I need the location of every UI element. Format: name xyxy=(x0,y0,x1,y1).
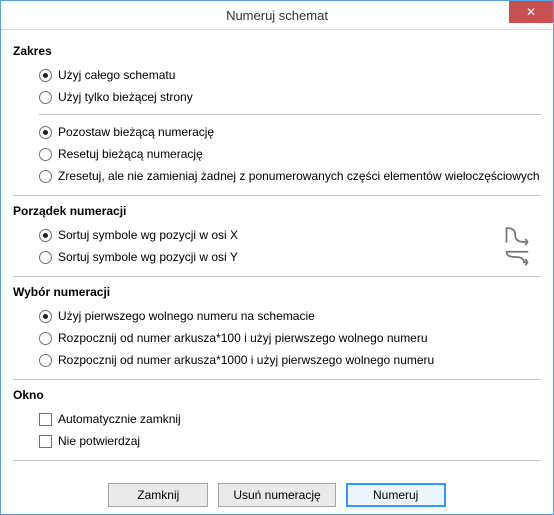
radio-label: Sortuj symbole wg pozycji w osi Y xyxy=(58,248,238,266)
radio-label: Pozostaw bieżącą numerację xyxy=(58,123,214,141)
checkbox-icon xyxy=(39,413,52,426)
divider xyxy=(13,276,541,277)
sort-x-icon xyxy=(503,224,531,246)
radio-first-free[interactable]: Użyj pierwszego wolnego numeru na schema… xyxy=(39,305,541,327)
radio-reset-numbering[interactable]: Resetuj bieżącą numerację xyxy=(39,143,541,165)
radio-icon xyxy=(39,69,52,82)
checkbox-label: Nie potwierdzaj xyxy=(58,432,140,450)
apply-numbering-button[interactable]: Numeruj xyxy=(346,483,446,507)
checkbox-noconfirm[interactable]: Nie potwierdzaj xyxy=(39,430,541,452)
titlebar: Numeruj schemat ✕ xyxy=(1,1,553,30)
button-label: Usuń numerację xyxy=(233,488,320,502)
scope-group1: Użyj całego schematu Użyj tylko bieżącej… xyxy=(13,64,541,108)
radio-icon xyxy=(39,126,52,139)
close-icon: ✕ xyxy=(526,5,536,19)
radio-icon xyxy=(39,170,52,183)
close-dialog-button[interactable]: Zamknij xyxy=(108,483,208,507)
section-order-title: Porządek numeracji xyxy=(13,204,541,218)
radio-label: Użyj tylko bieżącej strony xyxy=(58,88,193,106)
radio-reset-keep-multipart[interactable]: Zresetuj, ale nie zamieniaj żadnej z pon… xyxy=(39,165,541,187)
radio-keep-numbering[interactable]: Pozostaw bieżącą numerację xyxy=(39,121,541,143)
radio-scope-page[interactable]: Użyj tylko bieżącej strony xyxy=(39,86,541,108)
button-label: Numeruj xyxy=(373,488,418,502)
close-button[interactable]: ✕ xyxy=(509,1,553,23)
radio-label: Użyj całego schematu xyxy=(58,66,175,84)
radio-icon xyxy=(39,148,52,161)
checkbox-icon xyxy=(39,435,52,448)
button-label: Zamknij xyxy=(137,488,179,502)
button-row: Zamknij Usuń numerację Numeruj xyxy=(13,469,541,514)
radio-icon xyxy=(39,354,52,367)
divider xyxy=(13,460,541,461)
choice-group: Użyj pierwszego wolnego numeru na schema… xyxy=(13,305,541,371)
divider xyxy=(13,195,541,196)
dialog-title: Numeruj schemat xyxy=(226,8,328,23)
radio-scope-whole[interactable]: Użyj całego schematu xyxy=(39,64,541,86)
radio-label: Użyj pierwszego wolnego numeru na schema… xyxy=(58,307,315,325)
dialog-content: Zakres Użyj całego schematu Użyj tylko b… xyxy=(1,30,553,514)
section-choice-title: Wybór numeracji xyxy=(13,285,541,299)
radio-sort-x[interactable]: Sortuj symbole wg pozycji w osi X xyxy=(39,224,541,246)
radio-icon xyxy=(39,332,52,345)
divider xyxy=(13,379,541,380)
section-scope-title: Zakres xyxy=(13,44,541,58)
radio-icon xyxy=(39,91,52,104)
checkbox-label: Automatycznie zamknij xyxy=(58,410,181,428)
radio-label: Rozpocznij od numer arkusza*100 i użyj p… xyxy=(58,329,428,347)
radio-label: Sortuj symbole wg pozycji w osi X xyxy=(58,226,238,244)
order-group: Sortuj symbole wg pozycji w osi X Sortuj… xyxy=(13,224,541,268)
separator xyxy=(39,114,541,115)
remove-numbering-button[interactable]: Usuń numerację xyxy=(218,483,335,507)
sort-y-icon xyxy=(503,246,531,268)
radio-icon xyxy=(39,229,52,242)
radio-sheet-100[interactable]: Rozpocznij od numer arkusza*100 i użyj p… xyxy=(39,327,541,349)
radio-label: Rozpocznij od numer arkusza*1000 i użyj … xyxy=(58,351,434,369)
checkbox-autoclose[interactable]: Automatycznie zamknij xyxy=(39,408,541,430)
dialog-window: Numeruj schemat ✕ Zakres Użyj całego sch… xyxy=(0,0,554,515)
radio-sort-y[interactable]: Sortuj symbole wg pozycji w osi Y xyxy=(39,246,541,268)
radio-icon xyxy=(39,310,52,323)
radio-label: Resetuj bieżącą numerację xyxy=(58,145,203,163)
scope-group2: Pozostaw bieżącą numerację Resetuj bieżą… xyxy=(13,121,541,187)
radio-label: Zresetuj, ale nie zamieniaj żadnej z pon… xyxy=(58,167,540,185)
radio-icon xyxy=(39,251,52,264)
window-group: Automatycznie zamknij Nie potwierdzaj xyxy=(13,408,541,452)
radio-sheet-1000[interactable]: Rozpocznij od numer arkusza*1000 i użyj … xyxy=(39,349,541,371)
section-window-title: Okno xyxy=(13,388,541,402)
